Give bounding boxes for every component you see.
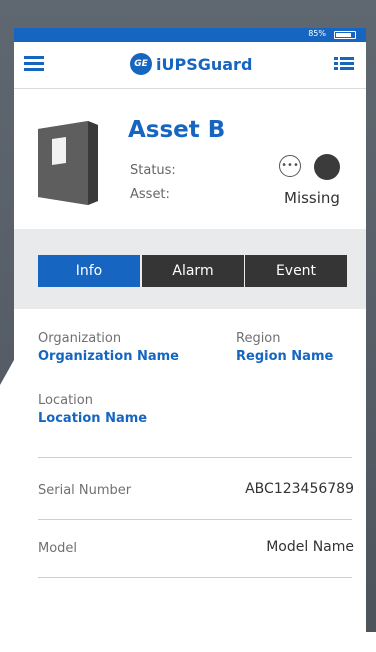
more-icon[interactable]: ••• bbox=[279, 155, 301, 177]
divider bbox=[38, 577, 352, 578]
organization-value[interactable]: Organization Name bbox=[38, 349, 179, 364]
tab-event[interactable]: Event bbox=[245, 255, 347, 287]
region-label: Region bbox=[236, 331, 281, 346]
brand: GE iUPSGuard bbox=[130, 52, 252, 76]
model-label: Model bbox=[38, 541, 78, 556]
status-indicator-icon bbox=[314, 154, 340, 180]
model-value: Model Name bbox=[266, 539, 354, 555]
organization-label: Organization bbox=[38, 331, 122, 346]
tab-info[interactable]: Info bbox=[38, 255, 140, 287]
divider bbox=[38, 519, 352, 520]
asset-title: Asset B bbox=[128, 117, 226, 143]
serial-number-label: Serial Number bbox=[38, 483, 132, 498]
app-bar: GE iUPSGuard bbox=[14, 42, 366, 89]
ups-cabinet-icon bbox=[38, 121, 98, 205]
app-title: iUPSGuard bbox=[156, 54, 253, 74]
serial-number-value: ABC123456789 bbox=[245, 481, 354, 497]
info-details: Organization Organization Name Region Re… bbox=[14, 309, 366, 619]
asset-header: Asset B Status: Asset: ••• Missing bbox=[14, 89, 366, 229]
tab-alarm[interactable]: Alarm bbox=[142, 255, 244, 287]
ge-logo: GE bbox=[130, 53, 152, 75]
region-value[interactable]: Region Name bbox=[236, 349, 333, 364]
battery-fill bbox=[336, 33, 352, 37]
asset-label: Asset: bbox=[130, 187, 170, 202]
battery-icon bbox=[334, 31, 356, 39]
battery-percentage: 85% bbox=[308, 29, 326, 38]
asset-status-value: Missing bbox=[284, 189, 340, 207]
location-value[interactable]: Location Name bbox=[38, 411, 147, 426]
hamburger-icon[interactable] bbox=[24, 56, 44, 72]
location-label: Location bbox=[38, 393, 93, 408]
tabs-bar: Info Alarm Event bbox=[14, 229, 366, 309]
status-bar: 85% bbox=[14, 28, 366, 42]
phone-screen: 85% GE iUPSGuard Asset B Status: Asset: … bbox=[14, 28, 366, 632]
status-label: Status: bbox=[130, 163, 176, 178]
bottom-margin bbox=[0, 632, 376, 652]
list-icon[interactable] bbox=[334, 57, 354, 73]
divider bbox=[38, 457, 352, 458]
